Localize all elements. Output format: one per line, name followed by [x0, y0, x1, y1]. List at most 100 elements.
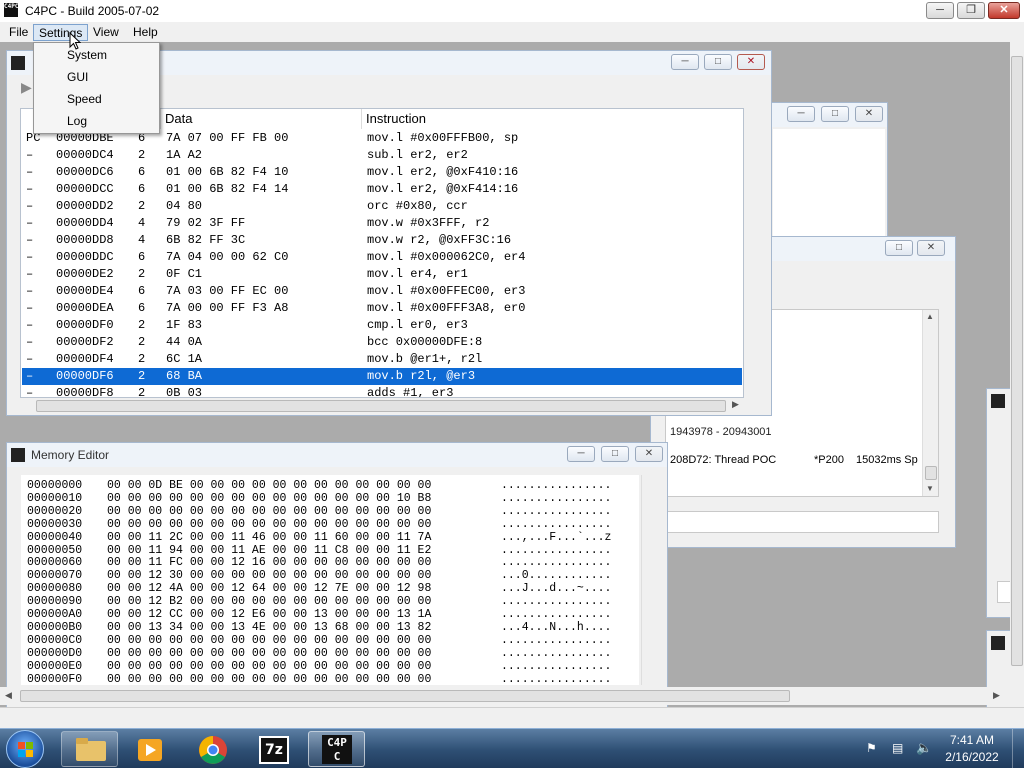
thread-log-maximize-button[interactable]: □ — [885, 240, 913, 256]
7zip-icon: 7z — [259, 736, 289, 764]
disassembly-row[interactable]: – 00000DC4 2 1A A2 sub.l er2, er2 — [22, 147, 742, 164]
row-data: 44 0A — [166, 335, 203, 349]
disassembly-hscroll-thumb[interactable] — [36, 400, 726, 412]
client-vscroll-thumb[interactable] — [1011, 56, 1023, 666]
row-address: 00000DF0 — [56, 318, 114, 332]
memory-row-ascii: ................ — [501, 517, 612, 531]
client-vertical-scrollbar[interactable] — [1010, 42, 1024, 687]
row-instruction: mov.l #0x000062C0, er4 — [367, 250, 526, 264]
thread-log-close-button[interactable]: ✕ — [917, 240, 945, 256]
row-length: 2 — [138, 148, 146, 162]
memory-editor-minimize-button[interactable]: ─ — [567, 446, 595, 462]
disassembly-row[interactable]: – 00000DCC 6 01 00 6B 82 F4 14 mov.l er2, @0… — [22, 181, 742, 198]
memory-row-address: 00000070 — [27, 569, 83, 583]
thread-log-input[interactable] — [665, 511, 939, 533]
row-data: 7A 03 00 FF EC 00 — [166, 284, 289, 298]
memory-editor-maximize-button[interactable]: □ — [601, 446, 629, 462]
disassembly-row[interactable]: – 00000DF4 2 6C 1A mov.b @er1+, r2l — [22, 351, 742, 368]
disassembly-row[interactable]: – 00000DE2 2 0F C1 mov.l er4, er1 — [22, 266, 742, 283]
network-icon[interactable]: ▤ — [892, 741, 903, 755]
scroll-down-arrow-icon[interactable]: ▼ — [923, 482, 937, 496]
scroll-right-arrow-icon[interactable]: ▶ — [993, 690, 1000, 701]
clock-time[interactable]: 7:41 AM — [936, 733, 1008, 747]
column-header-data[interactable]: Data — [161, 109, 362, 129]
row-instruction: orc #0x80, ccr — [367, 199, 468, 213]
thread-log-scrollbar[interactable]: ▲ ▼ — [922, 310, 938, 496]
memory-row-ascii: ................ — [501, 491, 612, 505]
volume-icon[interactable]: 🔈 — [916, 740, 932, 756]
row-address: 00000DDC — [56, 250, 114, 264]
row-data: 04 80 — [166, 199, 203, 213]
memory-row-address: 00000040 — [27, 530, 83, 544]
minimize-button[interactable]: ─ — [926, 2, 954, 19]
scroll-left-arrow-icon[interactable]: ◀ — [5, 690, 12, 701]
clock-date[interactable]: 2/16/2022 — [936, 750, 1008, 764]
bg-a-minimize-button[interactable]: ─ — [787, 106, 815, 122]
row-address: 00000DF6 — [56, 369, 114, 383]
row-address: 00000DD8 — [56, 233, 114, 247]
menu-item-log[interactable]: Log — [35, 110, 158, 132]
show-desktop-button[interactable] — [1012, 729, 1024, 768]
disassembly-row[interactable]: – 00000DE4 6 7A 03 00 FF EC 00 mov.l #0x00FF… — [22, 283, 742, 300]
row-marker: – — [26, 284, 34, 298]
flag-notification-icon[interactable]: ⚑ — [866, 741, 877, 755]
menu-item-system[interactable]: System — [35, 44, 158, 66]
taskbar-chrome[interactable] — [184, 731, 241, 767]
disassembly-row[interactable]: – 00000DD2 2 04 80 orc #0x80, ccr — [22, 198, 742, 215]
disassembly-row[interactable]: – 00000DC6 6 01 00 6B 82 F4 10 mov.l er2, @0… — [22, 164, 742, 181]
row-address: 00000DC6 — [56, 165, 114, 179]
taskbar-7zip[interactable]: 7z — [245, 731, 302, 767]
close-icon: ✕ — [864, 108, 874, 119]
row-data: 7A 04 00 00 62 C0 — [166, 250, 289, 264]
client-horizontal-scrollbar[interactable]: ◀ ▶ — [0, 687, 1010, 705]
disassembly-row[interactable]: – 00000DF8 2 0B 03 adds #1, er3 — [22, 385, 742, 397]
memory-row-ascii: ................ — [501, 556, 612, 570]
taskbar-c4pc[interactable]: C4PC — [308, 731, 365, 767]
row-marker: – — [26, 318, 34, 332]
menu-help[interactable]: Help — [128, 24, 163, 41]
bg-a-close-button[interactable]: ✕ — [855, 106, 883, 122]
thread-log-scroll-thumb[interactable] — [925, 466, 937, 480]
close-icon: ✕ — [644, 448, 654, 459]
taskbar-file-explorer[interactable] — [61, 731, 118, 767]
menu-file[interactable]: File — [4, 24, 33, 41]
disassembly-row[interactable]: – 00000DF0 2 1F 83 cmp.l er0, er3 — [22, 317, 742, 334]
memory-vertical-scrollbar[interactable] — [641, 475, 657, 685]
maximize-button[interactable]: ❐ — [957, 2, 985, 19]
chrome-icon — [199, 736, 227, 764]
c4pc-icon: C4PC — [322, 735, 352, 764]
c4pc-window-icon — [991, 636, 1005, 650]
memory-hex-view[interactable]: 00000000 00 00 0D BE 00 00 00 00 00 00 00… — [21, 475, 639, 685]
disassembly-minimize-button[interactable]: ─ — [671, 54, 699, 70]
menu-item-gui[interactable]: GUI — [35, 66, 158, 88]
disassembly-row[interactable]: – 00000DD4 4 79 02 3F FF mov.w #0x3FFF, r2 — [22, 215, 742, 232]
disassembly-horizontal-scrollbar[interactable]: ▶ — [20, 398, 740, 414]
disassembly-row[interactable]: – 00000DF2 2 44 0A bcc 0x00000DFE:8 — [22, 334, 742, 351]
disassembly-close-button[interactable]: ✕ — [737, 54, 765, 70]
close-button[interactable]: ✕ — [988, 2, 1020, 19]
menu-item-speed[interactable]: Speed — [35, 88, 158, 110]
row-data: 7A 00 00 FF F3 A8 — [166, 301, 289, 315]
memory-editor-close-button[interactable]: ✕ — [635, 446, 663, 462]
menu-view[interactable]: View — [88, 24, 124, 41]
disassembly-row[interactable]: – 00000DDC 6 7A 04 00 00 62 C0 mov.l #0x0000… — [22, 249, 742, 266]
disassembly-maximize-button[interactable]: □ — [704, 54, 732, 70]
scroll-right-arrow-icon[interactable]: ▶ — [732, 399, 739, 410]
taskbar-media-player[interactable] — [121, 731, 178, 767]
disassembly-row[interactable]: – 00000DD8 4 6B 82 FF 3C mov.w r2, @0xFF3C:1… — [22, 232, 742, 249]
column-header-instruction[interactable]: Instruction — [362, 109, 743, 129]
memory-editor-title: Memory Editor — [31, 448, 110, 462]
row-data: 1A A2 — [166, 148, 203, 162]
start-button[interactable] — [6, 730, 44, 768]
memory-row-address: 00000030 — [27, 517, 83, 531]
window-title: C4PC - Build 2005-07-02 — [25, 4, 160, 18]
row-marker: – — [26, 165, 34, 179]
client-hscroll-thumb[interactable] — [20, 690, 790, 702]
disassembly-row[interactable]: – 00000DF6 2 68 BA mov.b r2l, @er3 — [22, 368, 742, 385]
bg-a-maximize-button[interactable]: □ — [821, 106, 849, 122]
row-marker: – — [26, 148, 34, 162]
disassembly-row[interactable]: – 00000DEA 6 7A 00 00 FF F3 A8 mov.l #0x00FF… — [22, 300, 742, 317]
memory-row-hex: 00 00 00 00 00 00 00 00 00 00 00 00 00 0… — [107, 491, 432, 505]
scroll-up-arrow-icon[interactable]: ▲ — [923, 310, 937, 324]
disassembly-list[interactable]: Data Instruction PC 00000DBE 6 7A 07 00 FF … — [20, 108, 744, 398]
